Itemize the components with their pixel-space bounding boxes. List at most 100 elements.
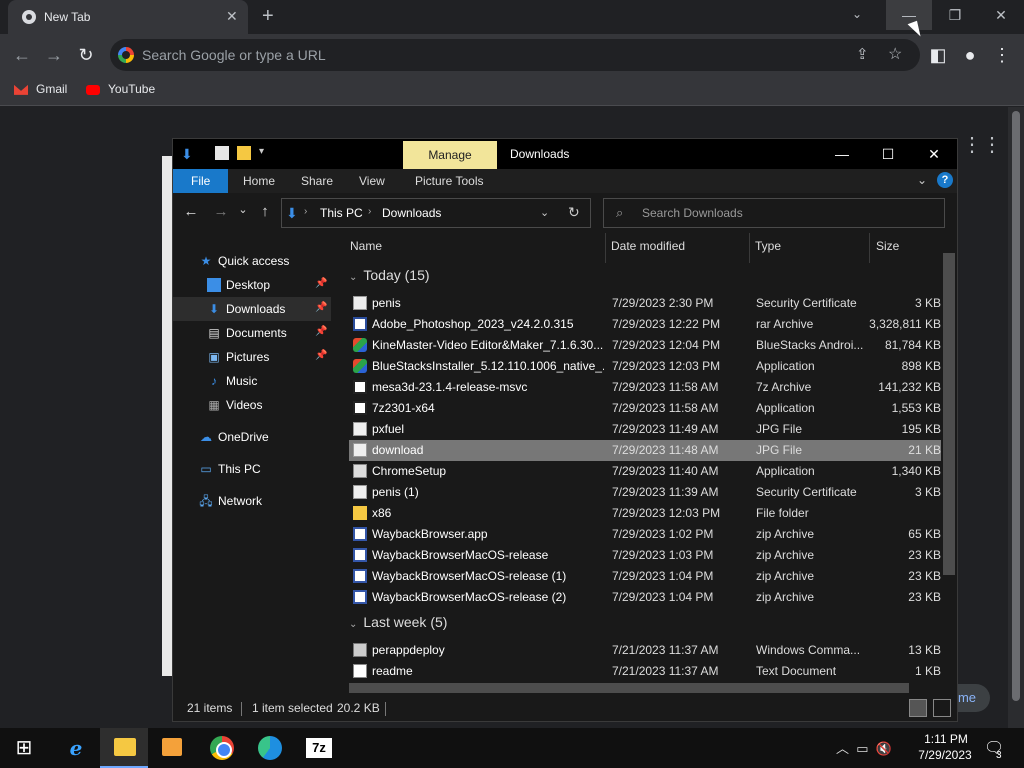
refresh-icon[interactable]: ↻ — [568, 204, 580, 221]
horizontal-scroll-thumb[interactable] — [349, 683, 909, 693]
windows-start-icon[interactable]: ⊞ — [0, 728, 48, 768]
side-panel-icon[interactable]: ◧ — [926, 44, 950, 68]
file-row[interactable]: KineMaster-Video Editor&Maker_7.1.6.30..… — [349, 335, 941, 356]
address-dropdown-icon[interactable]: ⌄ — [540, 206, 549, 219]
page-scroll-thumb[interactable] — [1012, 111, 1020, 701]
page-scrollbar[interactable] — [1008, 107, 1024, 728]
file-row[interactable]: 7z2301-x64 7/29/2023 11:58 AM Application 1… — [349, 398, 941, 419]
group-header[interactable]: ⌄ Last week (5) — [349, 614, 447, 630]
column-divider[interactable] — [869, 233, 870, 263]
back-arrow-icon[interactable]: ← — [10, 44, 34, 68]
breadcrumb-separator[interactable]: › — [368, 206, 371, 217]
column-header-size[interactable]: Size — [876, 239, 899, 253]
pin-icon[interactable]: 📌 — [315, 326, 327, 337]
nav-item-documents[interactable]: ▤ Documents 📌 — [173, 321, 331, 345]
file-row[interactable]: Adobe_Photoshop_2023_v24.2.0.315 7/29/202… — [349, 314, 941, 335]
new-tab-button[interactable]: + — [262, 5, 274, 28]
tab-home[interactable]: Home — [231, 169, 287, 193]
nav-item-pictures[interactable]: ▣ Pictures 📌 — [173, 345, 331, 369]
clock-date[interactable]: 7/29/2023 — [910, 748, 980, 762]
file-explorer-taskbar-icon[interactable] — [100, 728, 148, 768]
quick-access-dropdown-icon[interactable]: ▾ — [259, 146, 273, 160]
file-row[interactable]: ChromeSetup 7/29/2023 11:40 AM Application… — [349, 461, 941, 482]
tab-search-chevron-icon[interactable]: ⌄ — [852, 7, 862, 21]
breadcrumb-this-pc[interactable]: This PC — [320, 206, 363, 220]
group-header[interactable]: ⌄ Today (15) — [349, 267, 430, 283]
7zip-taskbar-icon[interactable]: 7z — [294, 728, 342, 768]
breadcrumb-separator[interactable]: › — [304, 206, 307, 217]
file-row[interactable]: mesa3d-23.1.4-release-msvc 7/29/2023 11:5… — [349, 377, 941, 398]
vertical-scroll-thumb[interactable] — [943, 253, 955, 575]
nav-item-network[interactable]: 🖧 Network — [173, 489, 331, 513]
file-row[interactable]: readme 7/21/2023 11:37 AM Text Document 1 K… — [349, 661, 941, 682]
nav-item-music[interactable]: ♪ Music — [173, 369, 331, 393]
file-row[interactable]: penis (1) 7/29/2023 11:39 AM Security Cert… — [349, 482, 941, 503]
file-row[interactable]: WaybackBrowserMacOS-release (2) 7/29/2023… — [349, 587, 941, 608]
tab-new-tab[interactable]: New Tab ✕ — [8, 0, 248, 34]
file-row[interactable]: WaybackBrowserMacOS-release (1) 7/29/2023… — [349, 566, 941, 587]
column-header-date[interactable]: Date modified — [611, 239, 685, 253]
help-icon[interactable]: ? — [937, 172, 953, 188]
recent-locations-chevron-icon[interactable]: ⌄ — [233, 203, 253, 223]
omnibox[interactable]: ⇪ ☆ — [110, 39, 920, 71]
tab-file[interactable]: File — [173, 169, 229, 193]
file-row[interactable]: download 7/29/2023 11:48 AM JPG File 21 KB — [349, 440, 941, 461]
bookmark-star-icon[interactable]: ☆ — [888, 44, 902, 64]
clock-time[interactable]: 1:11 PM — [916, 732, 976, 746]
vertical-scrollbar[interactable] — [941, 235, 957, 679]
search-box[interactable]: ⌕ — [603, 198, 945, 228]
chrome-close-button[interactable]: ✕ — [978, 0, 1024, 30]
file-row[interactable]: WaybackBrowserMacOS-release 7/29/2023 1:0… — [349, 545, 941, 566]
address-bar[interactable]: ⬇ › This PC › Downloads ⌄ ↻ — [281, 198, 591, 228]
nav-item-quick-access[interactable]: ★ Quick access — [173, 249, 331, 273]
explorer-titlebar[interactable]: ⬇ ▾ Manage Downloads — ☐ ✕ — [173, 139, 957, 169]
up-arrow-icon[interactable]: ↑ — [255, 203, 275, 223]
bookmark-gmail[interactable]: Gmail — [14, 82, 67, 100]
omnibox-input[interactable] — [142, 45, 832, 65]
expand-ribbon-chevron-icon[interactable]: ⌄ — [917, 173, 927, 187]
column-divider[interactable] — [749, 233, 750, 263]
nav-item-this-pc[interactable]: ▭ This PC — [173, 457, 331, 481]
large-icons-view-button[interactable] — [933, 699, 951, 717]
details-view-button[interactable] — [909, 699, 927, 717]
pin-icon[interactable]: 📌 — [315, 302, 327, 313]
tab-picture-tools[interactable]: Picture Tools — [403, 169, 495, 193]
collapse-chevron-icon[interactable]: ⌄ — [349, 272, 357, 283]
profile-avatar-icon[interactable]: ● — [958, 44, 982, 68]
chrome-restore-button[interactable]: ❐ — [932, 0, 978, 30]
forward-arrow-icon[interactable]: → — [42, 44, 66, 68]
nav-item-videos[interactable]: ▦ Videos — [173, 393, 331, 417]
tab-close-icon[interactable]: ✕ — [226, 8, 238, 25]
file-row[interactable]: pxfuel 7/29/2023 11:49 AM JPG File 195 KB — [349, 419, 941, 440]
reload-icon[interactable]: ↻ — [74, 44, 98, 68]
breadcrumb-downloads[interactable]: Downloads — [382, 206, 441, 220]
nav-item-onedrive[interactable]: ☁ OneDrive — [173, 425, 331, 449]
nav-item-downloads[interactable]: ⬇ Downloads 📌 — [173, 297, 331, 321]
internet-explorer-icon[interactable]: e — [52, 728, 100, 768]
nav-item-desktop[interactable]: Desktop 📌 — [173, 273, 331, 297]
pin-icon[interactable]: 📌 — [315, 278, 327, 289]
file-row[interactable]: BlueStacksInstaller_5.12.110.1006_native… — [349, 356, 941, 377]
column-header-name[interactable]: Name — [350, 239, 382, 253]
pin-icon[interactable]: 📌 — [315, 350, 327, 361]
forward-arrow-icon[interactable]: → — [211, 203, 231, 223]
chrome-menu-kebab-icon[interactable]: ⋮ — [990, 44, 1014, 68]
explorer-maximize-button[interactable]: ☐ — [865, 139, 911, 169]
chrome-taskbar-icon[interactable] — [198, 728, 246, 768]
column-header-type[interactable]: Type — [755, 239, 781, 253]
column-divider[interactable] — [605, 233, 606, 263]
system-tray-icons[interactable]: ︿ ▭ 🔇 — [836, 738, 892, 757]
properties-icon[interactable] — [215, 146, 229, 160]
file-row[interactable]: perappdeploy 7/21/2023 11:37 AM Windows Co… — [349, 640, 941, 661]
explorer-close-button[interactable]: ✕ — [911, 139, 957, 169]
new-folder-icon[interactable] — [237, 146, 251, 160]
manage-contextual-tab[interactable]: Manage — [403, 141, 497, 169]
explorer-minimize-button[interactable]: — — [819, 139, 865, 169]
file-row[interactable]: penis 7/29/2023 2:30 PM Security Certifica… — [349, 293, 941, 314]
back-arrow-icon[interactable]: ← — [181, 203, 201, 223]
horizontal-scrollbar[interactable] — [333, 681, 941, 695]
collapse-chevron-icon[interactable]: ⌄ — [349, 619, 357, 630]
file-row[interactable]: WaybackBrowser.app 7/29/2023 1:02 PM zip A… — [349, 524, 941, 545]
apps-grid-icon[interactable]: ⋮⋮ — [962, 132, 1002, 156]
media-player-icon[interactable] — [148, 728, 196, 768]
